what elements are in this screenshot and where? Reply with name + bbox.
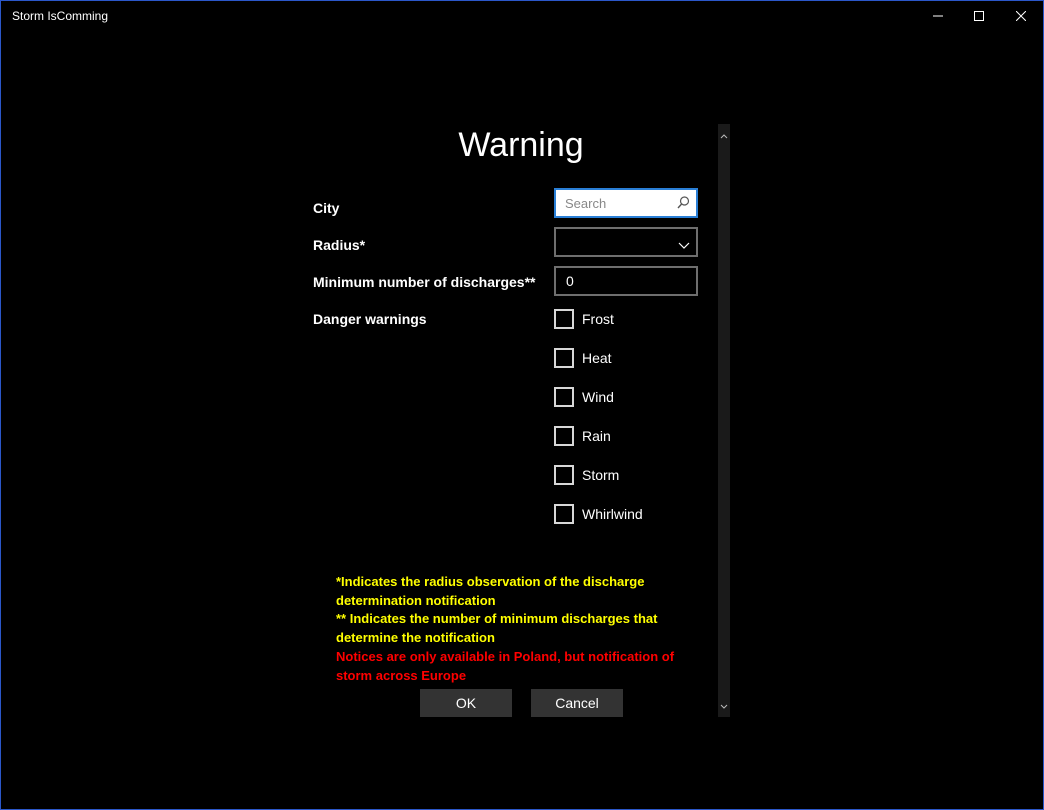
availability-note: Notices are only available in Poland, bu…	[336, 648, 696, 685]
close-icon	[1016, 11, 1026, 21]
cancel-button[interactable]: Cancel	[531, 689, 623, 717]
danger-warnings-label: Danger warnings	[313, 311, 427, 327]
window-frame	[0, 0, 1044, 810]
checkbox-label: Heat	[582, 350, 612, 366]
maximize-icon	[974, 11, 984, 21]
checkbox-label: Whirlwind	[582, 506, 643, 522]
checkbox-label: Frost	[582, 311, 614, 327]
min-discharges-input[interactable]: 0	[554, 266, 698, 296]
search-placeholder: Search	[565, 196, 607, 211]
checkbox-rain[interactable]: Rain	[554, 426, 704, 446]
radius-dropdown[interactable]	[554, 227, 698, 257]
min-discharges-label: Minimum number of discharges**	[313, 274, 536, 290]
note-line: storm across Europe	[336, 667, 467, 683]
radius-note: *Indicates the radius observation of the…	[336, 573, 696, 610]
checkbox-frost[interactable]: Frost	[554, 309, 704, 329]
checkbox-label: Rain	[582, 428, 611, 444]
radius-label: Radius*	[313, 237, 366, 253]
minimize-icon	[933, 15, 943, 17]
ok-button[interactable]: OK	[420, 689, 512, 717]
search-icon[interactable]	[677, 196, 690, 214]
checkbox-storm[interactable]: Storm	[554, 465, 704, 485]
close-button[interactable]	[998, 1, 1044, 31]
note-line: ** Indicates the number of minimum disch…	[336, 611, 658, 626]
vertical-scrollbar[interactable]	[718, 124, 730, 717]
app-title: Storm IsComming	[12, 9, 109, 23]
checkbox-box[interactable]	[554, 504, 574, 524]
checkbox-heat[interactable]: Heat	[554, 348, 704, 368]
min-discharges-value: 0	[566, 273, 574, 289]
checkbox-wind[interactable]: Wind	[554, 387, 704, 407]
note-line: *Indicates the radius observation of the…	[336, 574, 645, 589]
note-line: Notices are only available in Poland, bu…	[336, 649, 675, 664]
checkbox-box[interactable]	[554, 465, 574, 485]
checkbox-box[interactable]	[554, 309, 574, 329]
note-line: determine the notification	[336, 629, 495, 645]
city-search-input[interactable]: Search	[554, 188, 698, 218]
title-bar[interactable]: Storm IsComming	[1, 1, 1043, 31]
checkbox-label: Wind	[582, 389, 614, 405]
page-title: Warning	[458, 126, 584, 164]
city-label: City	[313, 200, 340, 216]
chevron-down-icon	[678, 237, 690, 255]
checkbox-whirlwind[interactable]: Whirlwind	[554, 504, 704, 524]
scroll-up-arrow-icon[interactable]	[720, 126, 728, 144]
maximize-button[interactable]	[956, 1, 1002, 31]
scroll-down-arrow-icon[interactable]	[720, 697, 728, 715]
checkbox-label: Storm	[582, 467, 620, 483]
minimize-button[interactable]	[915, 1, 961, 31]
checkbox-box[interactable]	[554, 387, 574, 407]
note-line: determination notification	[336, 592, 496, 608]
checkbox-box[interactable]	[554, 348, 574, 368]
discharges-note: ** Indicates the number of minimum disch…	[336, 610, 696, 647]
checkbox-box[interactable]	[554, 426, 574, 446]
